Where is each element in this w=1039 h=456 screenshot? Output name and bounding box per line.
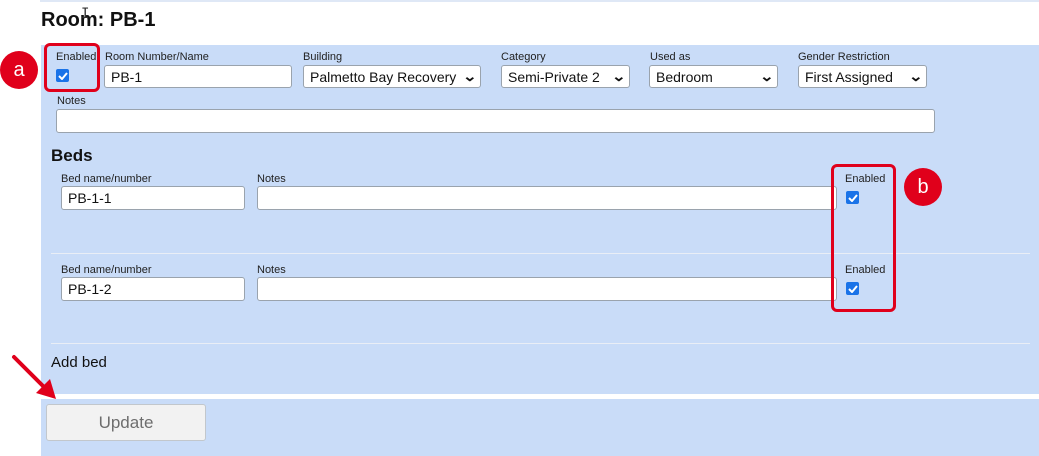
gender-restriction-value: First Assigned — [805, 68, 893, 85]
annotation-badge-a: a — [0, 51, 38, 89]
room-number-input[interactable]: PB-1 — [104, 65, 292, 88]
bed-name-label: Bed name/number — [61, 264, 152, 276]
category-select[interactable]: Semi-Private 2 ⌄ — [501, 65, 630, 88]
bed-notes-input[interactable] — [257, 186, 837, 210]
gender-restriction-select[interactable]: First Assigned ⌄ — [798, 65, 927, 88]
gender-restriction-label: Gender Restriction — [798, 51, 890, 63]
room-number-label: Room Number/Name — [105, 51, 209, 63]
annotation-badge-b: b — [904, 168, 942, 206]
beds-heading: Beds — [51, 146, 93, 165]
chevron-down-icon: ⌄ — [759, 68, 775, 84]
used-as-value: Bedroom — [656, 68, 713, 85]
bed-name-label: Bed name/number — [61, 173, 152, 185]
chevron-down-icon: ⌄ — [611, 68, 627, 84]
bed-name-input[interactable]: PB-1-2 — [61, 277, 245, 301]
building-select[interactable]: Palmetto Bay Recovery ⌄ — [303, 65, 481, 88]
chevron-down-icon: ⌄ — [908, 68, 924, 84]
annotation-box-a — [44, 43, 100, 92]
category-label: Category — [501, 51, 546, 63]
update-button[interactable]: Update — [46, 404, 206, 441]
used-as-select[interactable]: Bedroom ⌄ — [649, 65, 778, 88]
top-divider — [40, 0, 1039, 2]
building-label: Building — [303, 51, 343, 63]
room-notes-label: Notes — [57, 95, 86, 107]
bed-notes-input[interactable] — [257, 277, 837, 301]
building-value: Palmetto Bay Recovery — [310, 68, 457, 85]
category-value: Semi-Private 2 — [508, 68, 600, 85]
add-bed-divider — [51, 343, 1030, 344]
used-as-label: Used as — [650, 51, 691, 63]
bed-name-input[interactable]: PB-1-1 — [61, 186, 245, 210]
annotation-box-b — [831, 164, 896, 312]
page-title: Room: PB-1 — [41, 9, 156, 31]
room-notes-input[interactable] — [56, 109, 935, 133]
bed-notes-label: Notes — [257, 264, 286, 276]
chevron-down-icon: ⌄ — [462, 68, 478, 84]
text-cursor-icon: I — [81, 6, 90, 22]
annotation-arrow-icon — [12, 355, 56, 399]
bed-notes-label: Notes — [257, 173, 286, 185]
